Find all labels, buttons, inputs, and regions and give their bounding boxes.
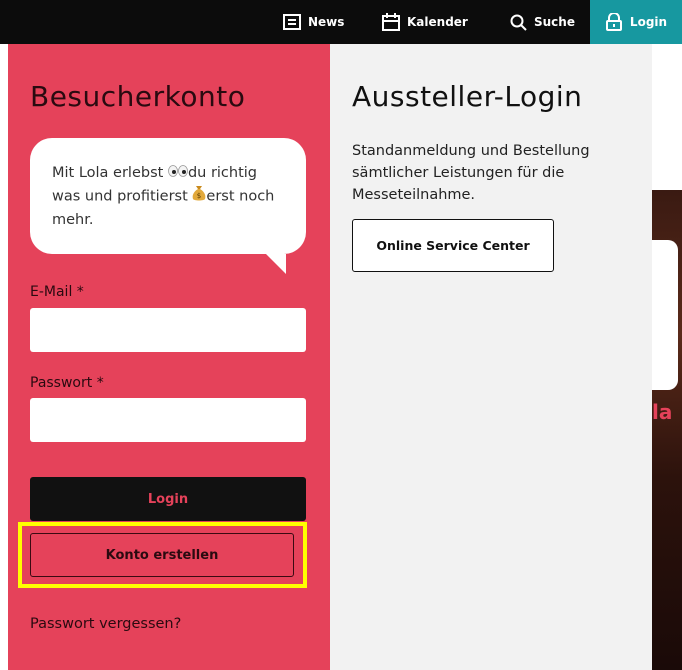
- bubble-text-part1: Mit Lola erlebst: [52, 165, 168, 181]
- lola-bubble-text: Mit Lola erlebst du richtig was und prof…: [52, 162, 288, 231]
- top-nav-bar: News Kalender Suche Login: [0, 0, 682, 44]
- create-account-button[interactable]: Konto erstellen: [30, 533, 294, 577]
- news-icon: [283, 14, 301, 30]
- eyes-icon: [168, 162, 188, 184]
- forgot-password-link[interactable]: Passwort vergessen?: [30, 616, 181, 632]
- money-bag-icon: $: [192, 184, 206, 209]
- visitor-account-title: Besucherkonto: [30, 80, 246, 113]
- nav-news-link[interactable]: News: [283, 0, 344, 44]
- search-icon: [510, 14, 527, 31]
- online-service-center-button[interactable]: Online Service Center: [352, 219, 554, 272]
- calendar-icon: [382, 13, 400, 31]
- login-button[interactable]: Login: [30, 477, 306, 521]
- hero-speech-card: [652, 240, 678, 390]
- nav-login-button[interactable]: Login: [590, 0, 682, 44]
- nav-login-label: Login: [629, 15, 668, 29]
- lock-icon: [605, 13, 622, 31]
- hero-image: la: [652, 190, 682, 670]
- visitor-account-panel: Besucherkonto Mit Lola erlebst du richti…: [8, 44, 330, 670]
- exhibitor-login-title: Aussteller-Login: [352, 80, 583, 113]
- nav-news-label: News: [308, 15, 345, 29]
- nav-calendar-link[interactable]: Kalender: [382, 0, 468, 44]
- hero-lola-text: la: [652, 400, 673, 424]
- svg-text:$: $: [197, 192, 201, 200]
- hero-background-top: [652, 44, 682, 190]
- email-label: E-Mail *: [30, 284, 84, 300]
- exhibitor-login-panel: Aussteller-Login Standanmeldung und Best…: [330, 44, 652, 670]
- nav-search-label: Suche: [534, 15, 575, 29]
- password-field[interactable]: [30, 398, 306, 442]
- nav-search-link[interactable]: Suche: [510, 0, 575, 44]
- exhibitor-description: Standanmeldung und Bestellung sämtlicher…: [352, 143, 590, 203]
- bubble-tail: [266, 254, 286, 274]
- email-field[interactable]: [30, 308, 306, 352]
- lola-speech-bubble: Mit Lola erlebst du richtig was und prof…: [30, 138, 306, 274]
- password-label: Passwort *: [30, 375, 104, 391]
- nav-calendar-label: Kalender: [407, 15, 468, 29]
